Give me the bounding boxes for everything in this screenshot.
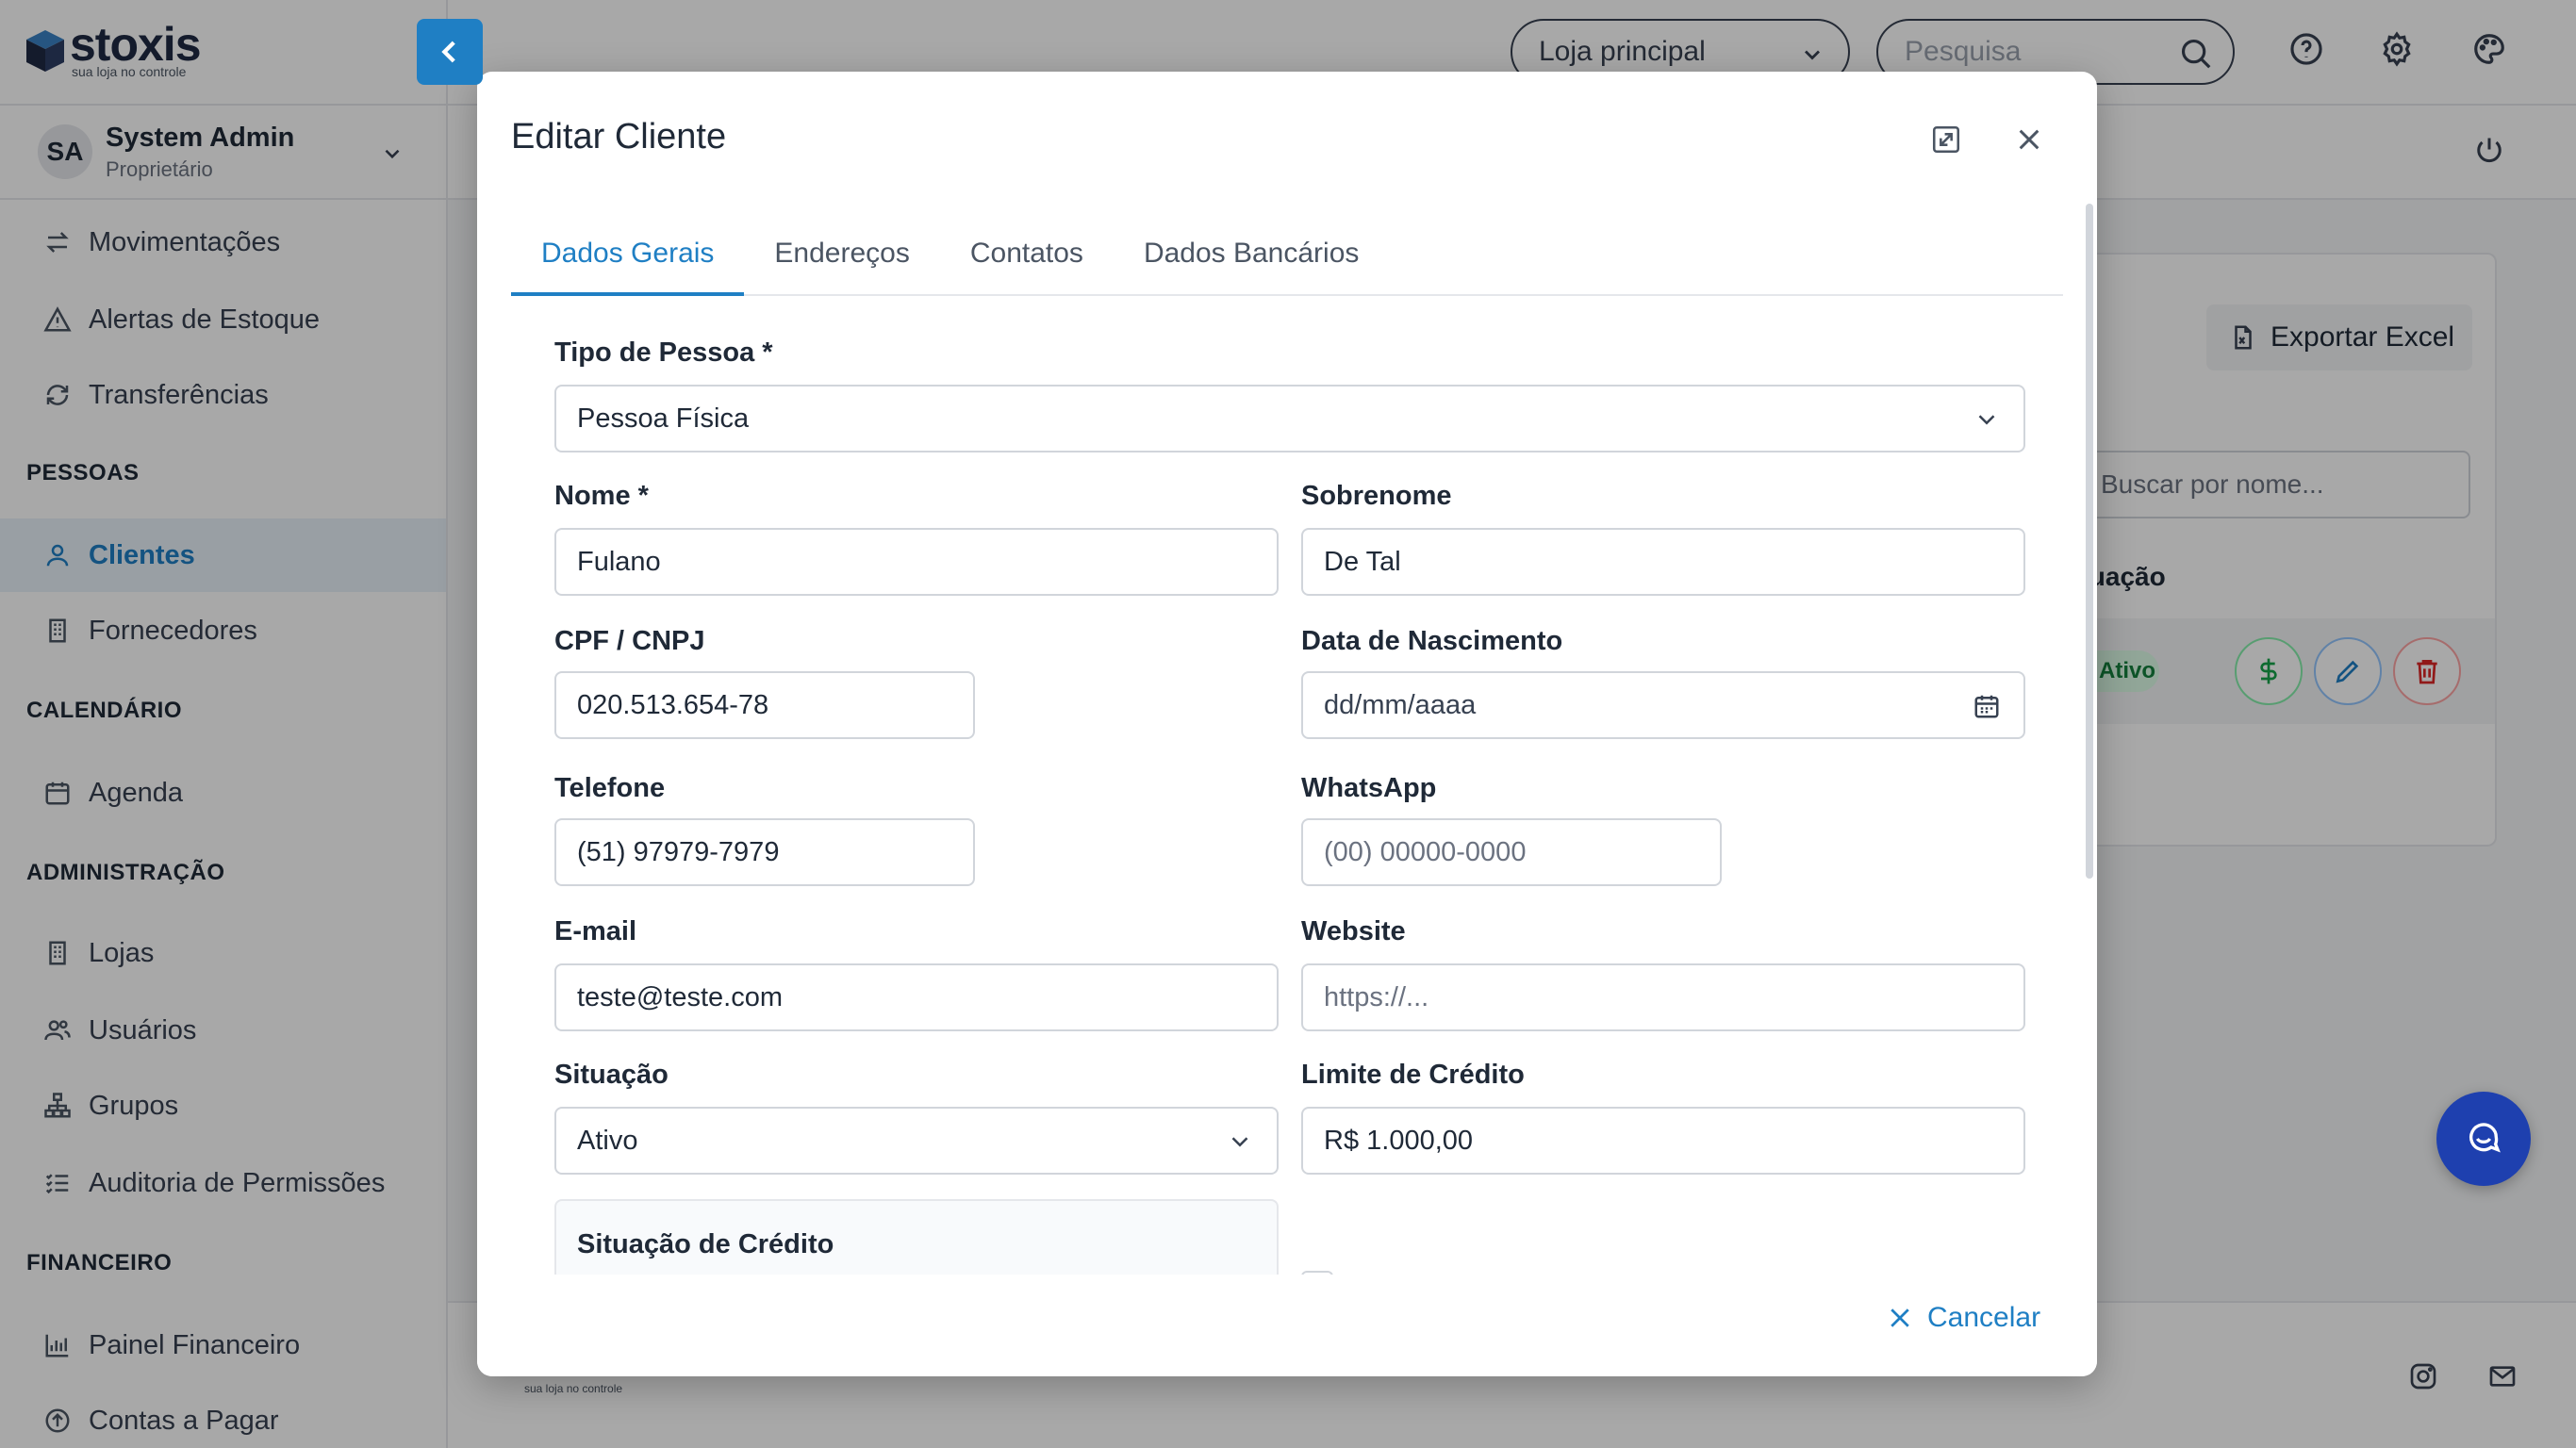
whatsapp-label: WhatsApp — [1301, 773, 1437, 803]
close-icon — [2019, 129, 2039, 150]
sobrenome-input[interactable]: De Tal — [1301, 528, 2025, 596]
tipo-pessoa-label: Tipo de Pessoa * — [554, 337, 773, 368]
expand-icon — [1932, 125, 1960, 154]
tab-contatos[interactable]: Contatos — [940, 232, 1114, 296]
limite-input[interactable]: R$ 1.000,00 — [1301, 1107, 2025, 1175]
calendar-icon[interactable] — [1973, 692, 2001, 720]
cpf-input[interactable]: 020.513.654-78 — [554, 671, 975, 739]
website-label: Website — [1301, 916, 1406, 946]
situacao-select[interactable]: Ativo — [554, 1107, 1279, 1175]
tipo-pessoa-select[interactable]: Pessoa Física — [554, 385, 2025, 452]
nome-label: Nome * — [554, 481, 649, 511]
situacao-value: Ativo — [577, 1125, 638, 1156]
sobrenome-label: Sobrenome — [1301, 481, 1452, 511]
close-icon — [1891, 1308, 1909, 1327]
email-input[interactable]: teste@teste.com — [554, 963, 1279, 1031]
cancel-label: Cancelar — [1927, 1302, 2041, 1333]
tipo-pessoa-value: Pessoa Física — [577, 403, 750, 434]
website-input[interactable]: https://... — [1301, 963, 2025, 1031]
email-label: E-mail — [554, 916, 637, 946]
edit-client-modal: Editar Cliente Dados Gerais Endereços Co… — [477, 72, 2097, 1376]
modal-tabs: Dados Gerais Endereços Contatos Dados Ba… — [511, 232, 2063, 296]
telefone-label: Telefone — [554, 773, 666, 803]
credit-section-title: Situação de Crédito — [577, 1229, 834, 1259]
nome-input[interactable]: Fulano — [554, 528, 1279, 596]
close-modal-button[interactable] — [2010, 121, 2048, 158]
nascimento-label: Data de Nascimento — [1301, 626, 1563, 656]
cpf-label: CPF / CNPJ — [554, 626, 705, 656]
chevron-left-icon — [441, 41, 455, 63]
whatsapp-input[interactable]: (00) 00000-0000 — [1301, 818, 1722, 886]
tab-enderecos[interactable]: Endereços — [744, 232, 939, 296]
limite-label: Limite de Crédito — [1301, 1060, 1525, 1090]
tab-dados-bancarios[interactable]: Dados Bancários — [1114, 232, 1389, 296]
cancel-button[interactable]: Cancelar — [1886, 1290, 2040, 1346]
chevron-down-icon — [1231, 1137, 1248, 1147]
modal-scrollbar[interactable] — [2086, 204, 2093, 879]
chat-button[interactable] — [2436, 1092, 2531, 1186]
credit-status-section: Situação de Crédito — [554, 1199, 1279, 1284]
modal-title: Editar Cliente — [511, 117, 727, 156]
modal-footer — [477, 1275, 2097, 1376]
chevron-down-icon — [1978, 415, 1995, 425]
tab-dados-gerais[interactable]: Dados Gerais — [511, 232, 745, 296]
collapse-sidebar-button[interactable] — [417, 19, 483, 85]
chat-icon — [2469, 1123, 2501, 1153]
nascimento-input[interactable]: dd/mm/aaaa — [1301, 671, 2025, 739]
expand-modal-button[interactable] — [1927, 121, 1965, 158]
nascimento-placeholder: dd/mm/aaaa — [1324, 689, 1477, 720]
telefone-input[interactable]: (51) 97979-7979 — [554, 818, 975, 886]
situacao-label: Situação — [554, 1060, 669, 1090]
